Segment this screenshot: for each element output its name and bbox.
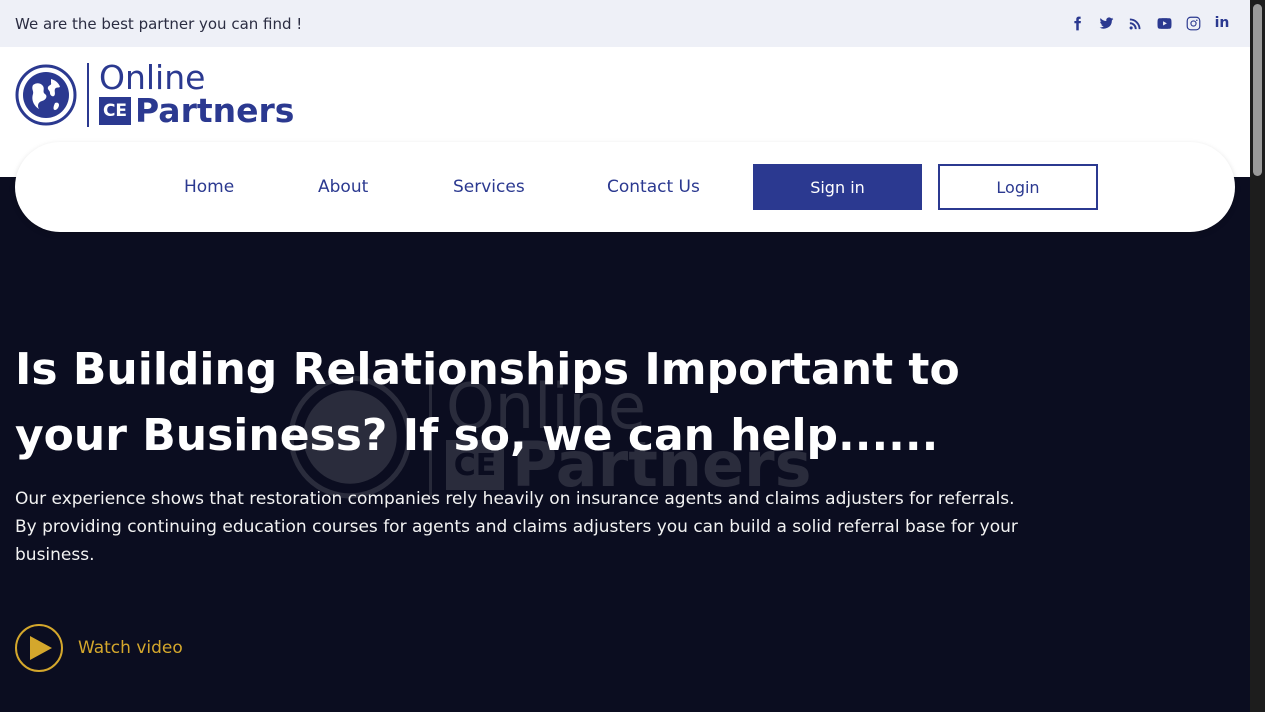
hero-description: Our experience shows that restoration co… (15, 489, 1018, 565)
hero-headline: Is Building Relationships Important to y… (15, 344, 960, 461)
logo-badge: CE (99, 97, 131, 125)
top-bar: We are the best partner you can find ! i… (0, 0, 1250, 47)
watch-video-button[interactable]: Watch video (15, 624, 183, 672)
logo-line-partners: Partners (135, 91, 295, 130)
page-scrollbar[interactable] (1250, 0, 1265, 712)
hero-section: Online CE Partners Is Building Relations… (0, 232, 1250, 712)
nav-about[interactable]: About (318, 177, 368, 197)
sign-in-button[interactable]: Sign in (753, 164, 922, 210)
tagline: We are the best partner you can find ! (15, 14, 303, 33)
main-nav: Home About Services Contact Us Sign in L… (15, 142, 1235, 232)
instagram-icon[interactable] (1185, 14, 1201, 32)
nav-contact-us[interactable]: Contact Us (607, 177, 700, 197)
twitter-icon[interactable] (1098, 14, 1114, 32)
facebook-icon[interactable] (1069, 14, 1085, 32)
watch-video-label[interactable]: Watch video (78, 638, 183, 658)
scrollbar-thumb[interactable] (1253, 4, 1262, 176)
rss-icon[interactable] (1127, 14, 1143, 32)
logo-line-online: Online (99, 58, 206, 97)
play-icon[interactable] (15, 624, 63, 672)
login-button[interactable]: Login (938, 164, 1098, 210)
globe-icon (15, 64, 77, 126)
nav-services[interactable]: Services (453, 177, 525, 197)
nav-home[interactable]: Home (184, 177, 234, 197)
linkedin-icon[interactable]: in (1214, 14, 1230, 32)
logo[interactable]: Online CE Partners (15, 58, 295, 130)
youtube-icon[interactable] (1156, 14, 1172, 32)
social-links: in (1069, 14, 1230, 32)
